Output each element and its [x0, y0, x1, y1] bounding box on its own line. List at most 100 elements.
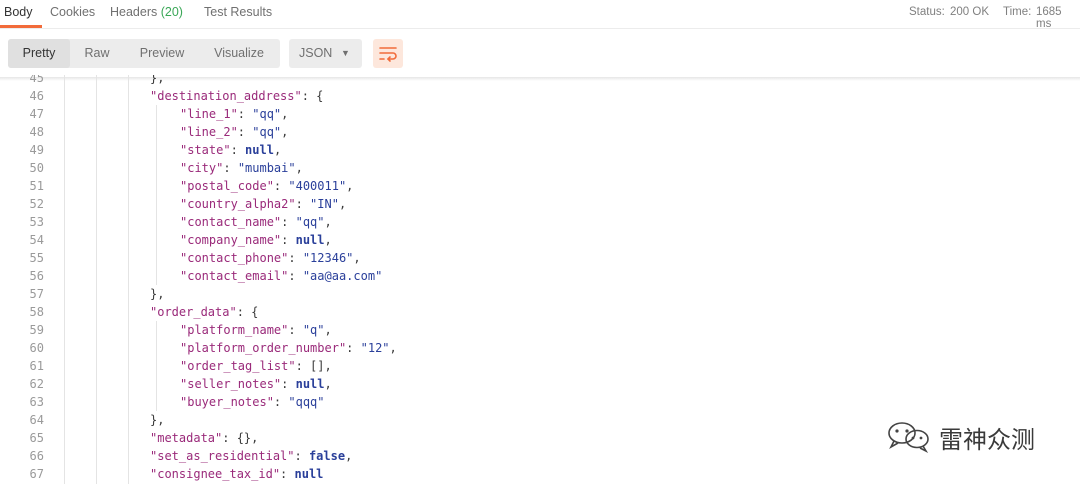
line-number: 61 — [29, 359, 44, 373]
json-key: "metadata" — [150, 431, 223, 445]
json-punctuation: , — [281, 125, 289, 139]
watermark: 雷神众测 — [884, 418, 1035, 454]
code-text: "state": null, — [180, 141, 281, 159]
json-string: "400011" — [288, 179, 347, 193]
json-punctuation: , — [273, 143, 282, 157]
code-line: 57}, — [0, 285, 1080, 303]
line-number: 58 — [29, 305, 44, 319]
line-number: 55 — [29, 251, 44, 265]
json-string: "qq" — [252, 107, 282, 121]
code-text: "destination_address": { — [150, 87, 323, 105]
code-text: "order_tag_list": [], — [180, 357, 332, 375]
wrap-lines-button[interactable] — [373, 39, 403, 68]
json-string: "12" — [360, 341, 390, 355]
json-string: "qq" — [295, 215, 325, 229]
chevron-down-icon: ▼ — [341, 48, 350, 58]
json-literal: null — [294, 467, 324, 481]
json-punctuation: : { — [301, 89, 324, 103]
json-punctuation: , — [345, 449, 353, 463]
status-value: 200 OK — [950, 6, 989, 18]
json-punctuation: , — [324, 377, 332, 391]
code-text: "seller_notes": null, — [180, 375, 332, 393]
json-string: "IN" — [310, 197, 339, 211]
code-line: 49 "state": null, — [0, 141, 1080, 159]
view-visualize-button[interactable]: Visualize — [204, 39, 274, 68]
code-line: 52 "country_alpha2": "IN", — [0, 195, 1080, 213]
code-text: "country_alpha2": "IN", — [180, 195, 346, 213]
code-line: 45}, — [0, 75, 1080, 87]
json-key: "contact_email" — [180, 269, 289, 283]
json-punctuation: , — [338, 197, 347, 211]
json-string: "qqq" — [288, 395, 325, 409]
json-punctuation: , — [324, 215, 332, 229]
json-key: "state" — [180, 143, 231, 157]
code-text: "platform_name": "q", — [180, 321, 332, 339]
json-string: "mumbai" — [237, 161, 296, 175]
code-text: "buyer_notes": "qqq" — [180, 393, 325, 411]
view-preview-button[interactable]: Preview — [130, 39, 194, 68]
code-text: }, — [150, 411, 164, 429]
format-select-value: JSON — [299, 46, 333, 60]
json-key: "platform_name" — [180, 323, 289, 337]
line-number: 59 — [29, 323, 44, 337]
code-text: "line_2": "qq", — [180, 123, 288, 141]
response-toolbar: Pretty Raw Preview Visualize JSON ▼ — [0, 29, 1080, 77]
line-number: 62 — [29, 377, 44, 391]
json-key: "postal_code" — [180, 179, 274, 193]
json-punctuation: , — [353, 251, 361, 265]
json-key: "seller_notes" — [180, 377, 282, 391]
watermark-text: 雷神众测 — [939, 426, 1035, 454]
line-number: 54 — [29, 233, 44, 247]
line-number: 47 — [29, 107, 44, 121]
json-key: "line_1" — [180, 107, 238, 121]
code-text: "postal_code": "400011", — [180, 177, 353, 195]
line-number: 60 — [29, 341, 44, 355]
json-punctuation: : — [281, 233, 296, 247]
line-number: 66 — [29, 449, 44, 463]
code-line: 48 "line_2": "qq", — [0, 123, 1080, 141]
tab-cookies[interactable]: Cookies — [50, 5, 95, 19]
line-number: 57 — [29, 287, 44, 301]
json-punctuation: : — [281, 377, 296, 391]
line-number: 49 — [29, 143, 44, 157]
json-key: "order_data" — [150, 305, 237, 319]
json-key: "order_tag_list" — [180, 359, 296, 373]
json-punctuation: , — [324, 323, 332, 337]
json-punctuation: : — [273, 395, 289, 409]
indent-guide — [64, 75, 65, 484]
code-text: "company_name": null, — [180, 231, 332, 249]
json-punctuation: , — [389, 341, 397, 355]
tab-body[interactable]: Body — [4, 5, 33, 19]
code-line: 56 "contact_email": "aa@aa.com" — [0, 267, 1080, 285]
tab-headers[interactable]: Headers (20) — [110, 5, 183, 19]
json-punctuation: : — [288, 323, 303, 337]
code-line: 54 "company_name": null, — [0, 231, 1080, 249]
format-select[interactable]: JSON ▼ — [289, 39, 362, 68]
json-key: "set_as_residential" — [150, 449, 295, 463]
view-pretty-button[interactable]: Pretty — [8, 39, 70, 68]
json-key: "line_2" — [180, 125, 238, 139]
line-number: 56 — [29, 269, 44, 283]
code-text: "order_data": { — [150, 303, 258, 321]
code-line: 58 "order_data": { — [0, 303, 1080, 321]
json-punctuation: : — [237, 125, 253, 139]
code-line: 63 "buyer_notes": "qqq" — [0, 393, 1080, 411]
json-key: "city" — [180, 161, 224, 175]
json-punctuation: , — [281, 107, 289, 121]
line-number: 53 — [29, 215, 44, 229]
json-key: "contact_phone" — [180, 251, 289, 265]
json-string: "aa@aa.com" — [302, 269, 383, 283]
json-punctuation: : [], — [295, 359, 332, 373]
code-line: 61 "order_tag_list": [], — [0, 357, 1080, 375]
indent-guide — [156, 321, 157, 411]
code-line: 55 "contact_phone": "12346", — [0, 249, 1080, 267]
json-key: "platform_order_number" — [180, 341, 347, 355]
line-number: 51 — [29, 179, 44, 193]
json-punctuation: }, — [150, 287, 165, 301]
json-punctuation: : — [223, 161, 238, 175]
line-number: 46 — [29, 89, 44, 103]
code-text: "line_1": "qq", — [180, 105, 288, 123]
tab-test-results[interactable]: Test Results — [204, 5, 272, 19]
code-line: 53 "contact_name": "qq", — [0, 213, 1080, 231]
view-raw-button[interactable]: Raw — [74, 39, 120, 68]
